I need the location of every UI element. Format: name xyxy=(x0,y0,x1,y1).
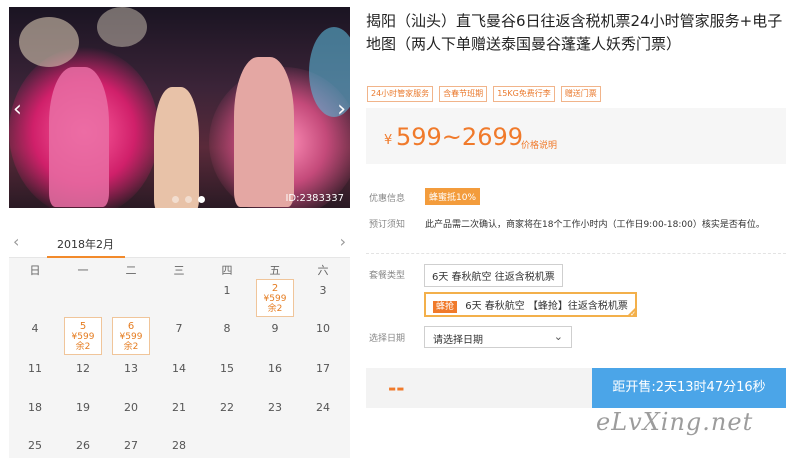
check-icon: ✓ xyxy=(630,310,636,318)
date-label: 选择日期 xyxy=(369,334,406,344)
calendar-day: 14 xyxy=(172,362,186,375)
calendar-day: 12 xyxy=(76,362,90,375)
calendar-day-number: 2 xyxy=(271,283,279,294)
calendar-day-number: 6 xyxy=(127,321,135,332)
gallery-dots xyxy=(172,196,205,203)
calendar-month: 2018年2月 xyxy=(57,238,114,251)
calendar-day: 27 xyxy=(124,439,138,452)
package-option-label: 6天 春秋航空 【蜂抢】往返含税机票 xyxy=(465,301,628,312)
calendar-day-remaining: 余2 xyxy=(267,304,283,314)
calendar-day: 7 xyxy=(175,322,183,335)
calendar-day: 11 xyxy=(28,362,42,375)
calendar-prev-icon[interactable]: ‹ xyxy=(13,232,19,251)
calendar-day: 26 xyxy=(76,439,90,452)
calendar-weekday: 五 xyxy=(269,264,281,277)
date-select[interactable]: 请选择日期 ⌄ xyxy=(424,326,572,348)
date-select-value: 请选择日期 xyxy=(433,335,483,346)
booking-label: 预订须知 xyxy=(369,220,406,230)
package-option-label: 6天 春秋航空 往返含税机票 xyxy=(432,272,555,283)
total-price: -- xyxy=(388,376,405,400)
calendar-day: 24 xyxy=(316,401,330,414)
photo-performer xyxy=(49,67,109,207)
calendar-weekday: 二 xyxy=(125,264,137,277)
calendar-day-price: ¥599 xyxy=(119,332,143,342)
calendar-weekday: 日 xyxy=(29,264,41,277)
calendar-weekday: 六 xyxy=(317,264,329,277)
package-option-1[interactable]: 6天 春秋航空 往返含税机票 xyxy=(424,264,563,287)
calendar-day: 20 xyxy=(124,401,138,414)
booking-notice: 此产品需二次确认，商家将在18个工作小时内（工作日9:00-18:00）核实是否… xyxy=(425,220,765,230)
calendar-day-remaining: 余2 xyxy=(123,342,139,352)
package-label: 套餐类型 xyxy=(369,271,406,281)
price-box: ¥ 599~2699 价格说明 xyxy=(366,108,786,164)
photo-feather-plume xyxy=(19,17,79,67)
product-tag: 24小时管家服务 xyxy=(367,86,434,102)
gallery-next-arrow-icon[interactable]: › xyxy=(337,99,346,121)
product-photo[interactable]: ‹ › ID:2383337 xyxy=(9,7,350,208)
gallery-dot[interactable] xyxy=(172,196,179,203)
calendar-day: 9 xyxy=(271,322,279,335)
product-title: 揭阳（汕头）直飞曼谷6日往返含税机票24小时管家服务+电子地图（两人下单赠送泰国… xyxy=(366,12,783,53)
product-tag: 15KG免费行李 xyxy=(493,86,555,102)
calendar-day: 8 xyxy=(223,322,231,335)
chevron-down-icon: ⌄ xyxy=(553,330,563,343)
calendar-day: 13 xyxy=(124,362,138,375)
calendar-day: 4 xyxy=(31,322,39,335)
calendar-day: 28 xyxy=(172,439,186,452)
calendar-next-icon[interactable]: › xyxy=(340,232,346,251)
calendar-day-price: ¥599 xyxy=(71,332,95,342)
calendar-weekday: 一 xyxy=(77,264,89,277)
calendar-day-available[interactable]: 5 ¥599 余2 xyxy=(64,317,102,355)
calendar-day: 25 xyxy=(28,439,42,452)
photo-performer xyxy=(154,87,199,208)
calendar-day-price: ¥599 xyxy=(263,294,287,304)
price-note-link[interactable]: 价格说明 xyxy=(521,138,557,151)
price-currency: ¥ xyxy=(384,133,393,148)
calendar-day-available[interactable]: 2 ¥599 余2 xyxy=(256,279,294,317)
calendar-day: 1 xyxy=(223,284,231,297)
discount-badge: 蜂蜜抵10% xyxy=(425,188,481,205)
discount-label: 优惠信息 xyxy=(369,194,406,204)
divider xyxy=(366,253,786,254)
photo-performer xyxy=(234,57,294,207)
calendar-day-number: 5 xyxy=(79,321,87,332)
calendar-day: 19 xyxy=(76,401,90,414)
product-tag: 赠送门票 xyxy=(560,86,601,102)
product-tag: 含春节班期 xyxy=(439,86,488,102)
calendar-day: 3 xyxy=(319,284,327,297)
watermark: eLvXing.net xyxy=(596,408,754,436)
price-range: 599~2699 xyxy=(396,123,523,151)
calendar-day: 23 xyxy=(268,401,282,414)
photo-feather-plume xyxy=(97,7,147,47)
calendar-day: 21 xyxy=(172,401,186,414)
calendar-day: 22 xyxy=(220,401,234,414)
countdown-button[interactable]: 距开售:2天13时47分16秒 xyxy=(592,368,786,408)
calendar-header: ‹ 2018年2月 › xyxy=(9,230,350,258)
calendar-day: 18 xyxy=(28,401,42,414)
calendar-weekday: 三 xyxy=(173,264,185,277)
calendar-grid: 日一二三四五六 1 2 ¥599 余2 3 4 5 ¥599 余2 6 ¥599 余2 7 8 9 10 11 12… xyxy=(9,258,350,458)
calendar-weekday: 四 xyxy=(221,264,233,277)
calendar-day: 15 xyxy=(220,362,234,375)
photo-id: ID:2383337 xyxy=(285,193,344,204)
package-option-2-selected[interactable]: 蜂抢 6天 春秋航空 【蜂抢】往返含税机票 ✓ xyxy=(424,292,637,318)
calendar-day: 17 xyxy=(316,362,330,375)
product-tags: 24小时管家服务 含春节班期 15KG免费行李 赠送门票 xyxy=(367,86,601,102)
calendar-day-remaining: 余2 xyxy=(75,342,91,352)
gallery-prev-arrow-icon[interactable]: ‹ xyxy=(13,99,22,121)
calendar-day-available[interactable]: 6 ¥599 余2 xyxy=(112,317,150,355)
calendar-day: 16 xyxy=(268,362,282,375)
gallery-dot[interactable] xyxy=(185,196,192,203)
calendar-day: 10 xyxy=(316,322,330,335)
flash-sale-badge: 蜂抢 xyxy=(433,301,458,313)
gallery-dot-active[interactable] xyxy=(198,196,205,203)
